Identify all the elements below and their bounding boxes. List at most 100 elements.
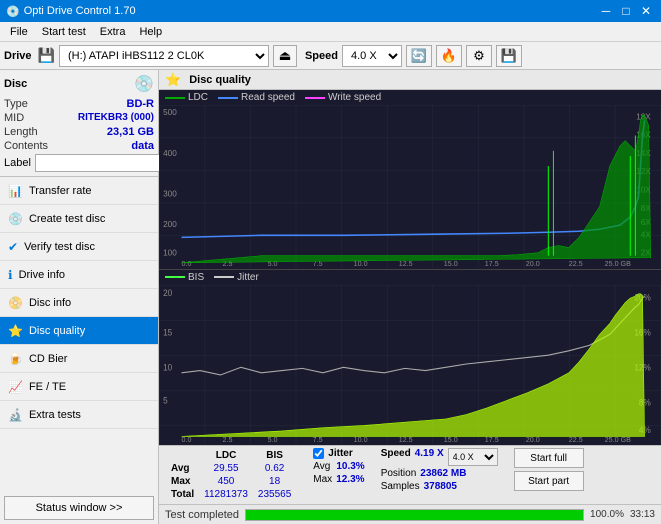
sidebar-item-fe-te[interactable]: 📈 FE / TE bbox=[0, 373, 158, 401]
start-part-button[interactable]: Start part bbox=[514, 471, 584, 491]
close-button[interactable]: ✕ bbox=[637, 2, 655, 20]
fe-te-icon: 📈 bbox=[8, 380, 23, 394]
sidebar-item-disc-info[interactable]: 📀 Disc info bbox=[0, 289, 158, 317]
menu-file[interactable]: File bbox=[4, 24, 34, 40]
burn-button[interactable]: 🔥 bbox=[436, 45, 462, 67]
jitter-avg-label: Avg bbox=[313, 461, 330, 472]
disc-type-row: Type BD-R bbox=[4, 98, 154, 110]
legend-write-label: Write speed bbox=[328, 92, 381, 103]
stats-avg-label: Avg bbox=[167, 463, 198, 474]
samples-label: Samples bbox=[381, 481, 420, 492]
speed-row: Speed 4.19 X 4.0 X bbox=[381, 448, 498, 466]
sidebar-item-drive-info[interactable]: ℹ Drive info bbox=[0, 261, 158, 289]
save-button[interactable]: 💾 bbox=[496, 45, 522, 67]
speed-label: Speed bbox=[381, 448, 411, 466]
disc-label-input[interactable] bbox=[35, 154, 173, 172]
progress-bar-container: Test completed 100.0% 33:13 bbox=[159, 504, 661, 524]
sidebar-item-create-test-disc[interactable]: 💿 Create test disc bbox=[0, 205, 158, 233]
chart-title: Disc quality bbox=[189, 74, 251, 86]
action-section: Start full Start part bbox=[514, 448, 584, 491]
drive-icon: 💾 bbox=[38, 47, 55, 64]
svg-text:20.0: 20.0 bbox=[526, 260, 540, 268]
legend-ldc-color bbox=[165, 97, 185, 99]
stats-table: LDC BIS Avg 29.55 0.62 Max 450 18 Total … bbox=[165, 448, 297, 502]
drive-info-icon: ℹ bbox=[8, 268, 13, 282]
menu-start-test[interactable]: Start test bbox=[36, 24, 92, 40]
stats-total-bis: 235565 bbox=[254, 489, 295, 500]
stats-max-ldc: 450 bbox=[200, 476, 252, 487]
chart-title-icon: ⭐ bbox=[165, 72, 181, 88]
disc-mid-label: MID bbox=[4, 112, 24, 124]
disc-length-label: Length bbox=[4, 126, 38, 138]
disc-quality-icon: ⭐ bbox=[8, 324, 23, 338]
svg-text:5: 5 bbox=[163, 395, 168, 405]
jitter-max-value: 12.3% bbox=[336, 474, 364, 485]
menu-extra[interactable]: Extra bbox=[94, 24, 132, 40]
top-chart: LDC Read speed Write speed bbox=[159, 90, 661, 270]
svg-text:200: 200 bbox=[163, 220, 177, 229]
legend-write-speed: Write speed bbox=[305, 92, 381, 103]
jitter-checkbox[interactable] bbox=[313, 448, 324, 459]
svg-text:0.0: 0.0 bbox=[182, 260, 192, 268]
stats-avg-ldc: 29.55 bbox=[200, 463, 252, 474]
svg-text:17.5: 17.5 bbox=[485, 260, 499, 268]
legend-read-label: Read speed bbox=[241, 92, 295, 103]
verify-test-disc-icon: ✔ bbox=[8, 240, 18, 254]
charts-area: LDC Read speed Write speed bbox=[159, 90, 661, 445]
settings-button[interactable]: ⚙ bbox=[466, 45, 492, 67]
speed-value: 4.19 X bbox=[415, 448, 444, 466]
menu-bar: File Start test Extra Help bbox=[0, 22, 661, 42]
disc-section-title: Disc bbox=[4, 78, 27, 90]
speed-label: Speed bbox=[305, 50, 338, 62]
sidebar-item-verify-test-disc[interactable]: ✔ Verify test disc bbox=[0, 233, 158, 261]
sidebar-item-extra-tests[interactable]: 🔬 Extra tests bbox=[0, 401, 158, 429]
refresh-button[interactable]: 🔄 bbox=[406, 45, 432, 67]
disc-section: Disc 💿 Type BD-R MID RITEKBR3 (000) Leng… bbox=[0, 70, 158, 177]
legend-ldc-label: LDC bbox=[188, 92, 208, 103]
sidebar-item-cd-bier[interactable]: 🍺 CD Bier bbox=[0, 345, 158, 373]
status-window-button[interactable]: Status window >> bbox=[4, 496, 154, 520]
maximize-button[interactable]: □ bbox=[617, 2, 635, 20]
svg-text:500: 500 bbox=[163, 108, 177, 117]
speed-selector[interactable]: 4.0 X bbox=[342, 45, 402, 67]
sidebar: Disc 💿 Type BD-R MID RITEKBR3 (000) Leng… bbox=[0, 70, 159, 524]
legend-read-color bbox=[218, 97, 238, 99]
svg-text:300: 300 bbox=[163, 190, 177, 199]
sidebar-item-label-extra-tests: Extra tests bbox=[29, 409, 81, 421]
speed-selector-stats[interactable]: 4.0 X bbox=[448, 448, 498, 466]
legend-bis-label: BIS bbox=[188, 272, 204, 283]
sidebar-item-label-fe-te: FE / TE bbox=[29, 381, 66, 393]
legend-jitter-label: Jitter bbox=[237, 272, 259, 283]
minimize-button[interactable]: ─ bbox=[597, 2, 615, 20]
bottom-chart-svg: 20% 16% 12% 8% 4% 20 15 10 5 0.0 2.5 5.0… bbox=[159, 285, 661, 444]
legend-jitter-color bbox=[214, 276, 234, 278]
legend-write-color bbox=[305, 97, 325, 99]
drive-selector[interactable]: (H:) ATAPI iHBS112 2 CL0K bbox=[59, 45, 269, 67]
disc-mid-value: RITEKBR3 (000) bbox=[78, 112, 154, 124]
title-bar: 💿 Opti Drive Control 1.70 ─ □ ✕ bbox=[0, 0, 661, 22]
progress-fill bbox=[246, 510, 583, 520]
sidebar-item-transfer-rate[interactable]: 📊 Transfer rate bbox=[0, 177, 158, 205]
nav-container: 📊 Transfer rate 💿 Create test disc ✔ Ver… bbox=[0, 177, 158, 429]
extra-tests-icon: 🔬 bbox=[8, 408, 23, 422]
jitter-stats: Jitter Avg 10.3% Max 12.3% bbox=[313, 448, 364, 485]
svg-text:400: 400 bbox=[163, 149, 177, 158]
position-row: Position 23862 MB bbox=[381, 468, 498, 479]
jitter-label: Jitter bbox=[328, 448, 352, 459]
sidebar-item-label-transfer-rate: Transfer rate bbox=[29, 185, 92, 197]
stats-col-bis: BIS bbox=[254, 450, 295, 461]
sidebar-item-disc-quality[interactable]: ⭐ Disc quality bbox=[0, 317, 158, 345]
sidebar-item-label-disc-quality: Disc quality bbox=[29, 325, 85, 337]
start-full-button[interactable]: Start full bbox=[514, 448, 584, 468]
disc-info-icon: 📀 bbox=[8, 296, 23, 310]
stats-max-label: Max bbox=[167, 476, 198, 487]
sidebar-item-label-create-test-disc: Create test disc bbox=[29, 213, 105, 225]
jitter-header-row: Jitter bbox=[313, 448, 364, 459]
svg-text:25.0 GB: 25.0 GB bbox=[605, 260, 631, 268]
status-text: Test completed bbox=[165, 509, 239, 521]
svg-text:10: 10 bbox=[163, 362, 172, 372]
menu-help[interactable]: Help bbox=[133, 24, 168, 40]
disc-contents-row: Contents data bbox=[4, 140, 154, 152]
svg-text:12.5: 12.5 bbox=[399, 260, 413, 268]
eject-button[interactable]: ⏏ bbox=[273, 45, 297, 67]
